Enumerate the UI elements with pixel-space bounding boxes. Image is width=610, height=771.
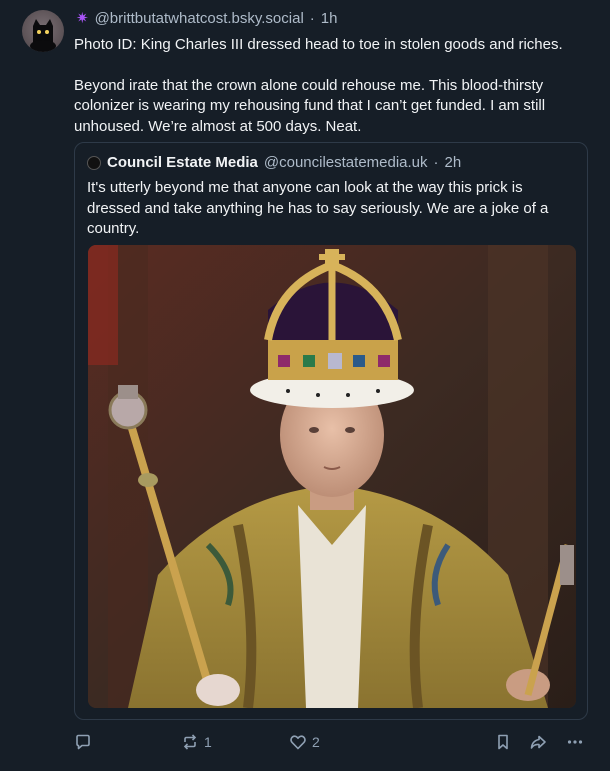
quote-time[interactable]: 2h bbox=[445, 154, 462, 171]
repost-button[interactable]: 1 bbox=[181, 730, 212, 754]
reply-icon bbox=[76, 734, 90, 750]
header-separator: · bbox=[309, 9, 315, 27]
quote-photo[interactable] bbox=[88, 245, 576, 708]
post-actions: 1 2 bbox=[74, 730, 594, 754]
more-icon bbox=[567, 740, 583, 744]
post-header: ✷ @brittbutatwhatcost.bsky.social · 1h bbox=[76, 9, 338, 28]
repost-icon bbox=[183, 734, 197, 750]
share-button[interactable] bbox=[529, 730, 547, 754]
author-avatar[interactable] bbox=[22, 10, 64, 52]
post[interactable]: ✷ @brittbutatwhatcost.bsky.social · 1h P… bbox=[0, 0, 610, 771]
like-icon bbox=[290, 735, 306, 750]
post-paragraph: Photo ID: King Charles III dressed head … bbox=[74, 36, 563, 53]
bookmark-button[interactable] bbox=[494, 730, 512, 754]
quote-author-handle[interactable]: @councilestatemedia.uk bbox=[264, 154, 428, 171]
like-button[interactable]: 2 bbox=[289, 730, 320, 754]
quote-header: Council Estate Media @councilestatemedia… bbox=[87, 154, 461, 171]
post-body: Photo ID: King Charles III dressed head … bbox=[74, 35, 594, 137]
quote-author-name[interactable]: Council Estate Media bbox=[107, 154, 258, 171]
sparkle-icon: ✷ bbox=[76, 10, 89, 27]
cat-avatar-icon bbox=[30, 19, 56, 52]
quote-separator: · bbox=[433, 154, 439, 171]
share-icon bbox=[530, 735, 546, 749]
reply-button[interactable] bbox=[74, 730, 97, 754]
post-paragraph: Beyond irate that the crown alone could … bbox=[74, 76, 546, 135]
author-handle[interactable]: @brittbutatwhatcost.bsky.social bbox=[95, 10, 304, 27]
quote-body: It's utterly beyond me that anyone can l… bbox=[87, 179, 549, 237]
king-photo-illustration bbox=[88, 245, 576, 708]
repost-count: 1 bbox=[204, 734, 212, 750]
like-count: 2 bbox=[312, 734, 320, 750]
quoted-post[interactable]: Council Estate Media @councilestatemedia… bbox=[74, 142, 588, 720]
bookmark-icon bbox=[498, 734, 508, 750]
post-time[interactable]: 1h bbox=[321, 10, 338, 27]
quote-avatar[interactable] bbox=[87, 155, 101, 170]
more-options-button[interactable] bbox=[566, 730, 584, 754]
